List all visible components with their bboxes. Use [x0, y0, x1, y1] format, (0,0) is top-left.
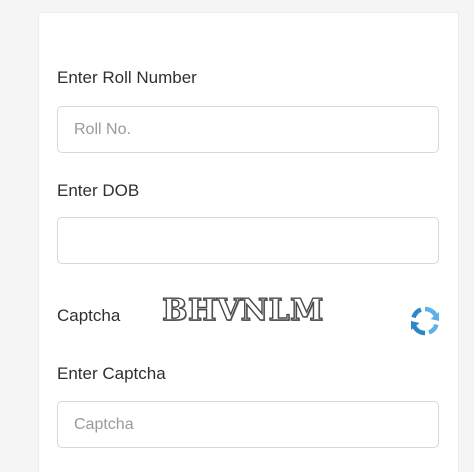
refresh-captcha-button[interactable] [408, 304, 442, 338]
dob-label: Enter DOB [57, 181, 140, 200]
captcha-input[interactable] [57, 401, 439, 448]
captcha-image: BHVNLM [161, 292, 324, 328]
dob-input[interactable] [57, 217, 439, 264]
enter-captcha-label: Enter Captcha [57, 364, 166, 383]
roll-number-input[interactable] [57, 106, 439, 153]
roll-number-label: Enter Roll Number [57, 68, 197, 87]
captcha-label: Captcha [57, 306, 121, 325]
refresh-icon [411, 306, 439, 336]
captcha-text: BHVNLM [161, 292, 324, 328]
